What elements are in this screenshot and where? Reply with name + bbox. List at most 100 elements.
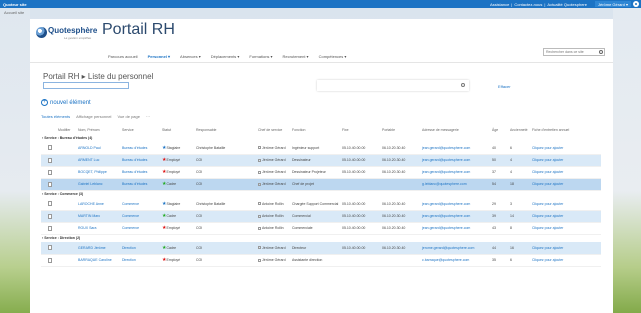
- email-cell[interactable]: jean.gerard@quotesphere.com: [421, 198, 491, 211]
- service-cell[interactable]: Commerce: [121, 222, 161, 235]
- email-cell[interactable]: jerome.gerard@quotesphere.com: [421, 242, 491, 255]
- edit-cell[interactable]: [57, 178, 77, 191]
- email-cell[interactable]: jean.gerard@quotesphere.com: [421, 142, 491, 155]
- service-cell[interactable]: Commerce: [121, 198, 161, 211]
- column-header[interactable]: Chef de service: [257, 125, 291, 134]
- review-cell[interactable]: Cliquez pour ajouter: [531, 242, 601, 255]
- review-cell[interactable]: Cliquez pour ajouter: [531, 154, 601, 167]
- group-label[interactable]: ▪ Service : Commerce (3): [41, 190, 601, 198]
- column-header[interactable]: Service: [121, 125, 161, 134]
- name-cell[interactable]: LAROCHE Anne: [77, 198, 121, 211]
- group-header-row[interactable]: ▪ Service : Direction (2): [41, 234, 601, 242]
- review-cell[interactable]: Cliquez pour ajouter: [531, 210, 601, 223]
- edit-cell[interactable]: [57, 154, 77, 167]
- table-row[interactable]: ARMENT Luc Bureau d'études ★Employé COI Jérô…: [41, 154, 601, 167]
- news-link[interactable]: Actualité Quotesphere: [547, 2, 587, 7]
- column-header[interactable]: Ancienneté: [509, 125, 531, 134]
- view-all-items[interactable]: Toutes éléments: [41, 114, 70, 119]
- clear-filter-link[interactable]: Effacer: [498, 84, 511, 89]
- service-cell[interactable]: Bureau d'études: [121, 178, 161, 191]
- user-menu[interactable]: Jérôme Gérard ▾: [594, 1, 631, 7]
- name-cell[interactable]: BARRAQUE Caroline: [77, 254, 121, 267]
- group-label[interactable]: ▪ Service : Bureau d'études (4): [41, 134, 601, 142]
- view-more[interactable]: ···: [146, 114, 150, 119]
- review-cell[interactable]: Cliquez pour ajouter: [531, 178, 601, 191]
- email-cell[interactable]: g.leblanc@quotesphere.com: [421, 178, 491, 191]
- edit-cell[interactable]: [57, 222, 77, 235]
- table-row[interactable]: BOCQET, Philippe Bureau d'études ★Employé C…: [41, 166, 601, 179]
- name-cell[interactable]: ARNOLD Paul: [77, 142, 121, 155]
- review-cell[interactable]: Cliquez pour ajouter: [531, 166, 601, 179]
- name-cell[interactable]: GERARD Jérôme: [77, 242, 121, 255]
- column-header[interactable]: Adresse de messagerie: [421, 125, 491, 134]
- top-breadcrumb[interactable]: Accueil site: [4, 10, 24, 15]
- group-label[interactable]: ▪ Service : Direction (2): [41, 234, 601, 242]
- nav-formations[interactable]: Formations ▾: [244, 54, 277, 59]
- email-cell[interactable]: jean.gerard@quotesphere.com: [421, 154, 491, 167]
- column-header[interactable]: Nom, Prénom: [77, 125, 121, 134]
- contact-link[interactable]: Contactez-nous: [514, 2, 542, 7]
- column-header[interactable]: Modifier: [57, 125, 77, 134]
- name-cell[interactable]: BOCQET, Philippe: [77, 166, 121, 179]
- column-header[interactable]: Fixe: [341, 125, 381, 134]
- service-cell[interactable]: Bureau d'études: [121, 142, 161, 155]
- column-header[interactable]: Responsable: [195, 125, 257, 134]
- column-header[interactable]: Fiche d'entretien annuel: [531, 125, 601, 134]
- edit-cell[interactable]: [57, 142, 77, 155]
- chef-label: Jérôme Gérard: [262, 258, 286, 262]
- assistance-link[interactable]: Assistance: [490, 2, 509, 7]
- gear-icon[interactable]: [633, 1, 639, 7]
- search-icon[interactable]: [599, 50, 603, 54]
- table-row[interactable]: ARNOLD Paul Bureau d'études ★Stagiaire Chri…: [41, 142, 601, 155]
- nav-personnel[interactable]: Personnel ▾: [143, 54, 175, 59]
- email-cell[interactable]: jean.gerard@quotesphere.com: [421, 222, 491, 235]
- review-cell[interactable]: Cliquez pour ajouter: [531, 254, 601, 267]
- site-name-link[interactable]: Quoteur site: [0, 2, 27, 7]
- table-row[interactable]: MARTIN Marc Commerce ★Cadre COI Antoine Roll…: [41, 210, 601, 223]
- edit-cell[interactable]: [57, 242, 77, 255]
- edit-cell[interactable]: [57, 166, 77, 179]
- name-cell[interactable]: ARMENT Luc: [77, 154, 121, 167]
- edit-cell[interactable]: [57, 210, 77, 223]
- table-row[interactable]: BARRAQUE Caroline Direction ★Employé COI Jér…: [41, 254, 601, 267]
- service-cell[interactable]: Direction: [121, 242, 161, 255]
- table-row[interactable]: Gabriel Leblanc Bureau d'études ★Cadre COI J…: [41, 178, 601, 191]
- name-cell[interactable]: Gabriel Leblanc: [77, 178, 121, 191]
- view-personnel[interactable]: Affichage personnel: [76, 114, 111, 119]
- table-row[interactable]: ROUX Sara Commerce ★Employé COI Antoine Roll…: [41, 222, 601, 235]
- service-cell[interactable]: Bureau d'études: [121, 154, 161, 167]
- review-cell[interactable]: Cliquez pour ajouter: [531, 198, 601, 211]
- nav-deplacements[interactable]: Déplacements ▾: [206, 54, 245, 59]
- new-item-button[interactable]: + nouvel élément: [41, 99, 91, 106]
- email-cell[interactable]: jean.gerard@quotesphere.com: [421, 166, 491, 179]
- edit-cell[interactable]: [57, 254, 77, 267]
- title-edit-field[interactable]: [43, 82, 129, 89]
- nav-competences[interactable]: Compétences ▾: [314, 54, 352, 59]
- search-icon[interactable]: [461, 83, 465, 87]
- list-search-input[interactable]: [317, 80, 469, 91]
- review-cell[interactable]: Cliquez pour ajouter: [531, 142, 601, 155]
- name-cell[interactable]: MARTIN Marc: [77, 210, 121, 223]
- group-header-row[interactable]: ▪ Service : Commerce (3): [41, 190, 601, 198]
- column-header[interactable]: Fonction: [291, 125, 341, 134]
- table-row[interactable]: GERARD Jérôme Direction ★Cadre COI Jérôme Gé…: [41, 242, 601, 255]
- email-cell[interactable]: c.barraque@quotesphere.com: [421, 254, 491, 267]
- group-header-row[interactable]: ▪ Service : Bureau d'études (4): [41, 134, 601, 142]
- column-header[interactable]: Statut: [161, 125, 195, 134]
- view-page[interactable]: Vue de page: [117, 114, 140, 119]
- service-cell[interactable]: Direction: [121, 254, 161, 267]
- nav-recrutement[interactable]: Recrutement ▾: [278, 54, 314, 59]
- email-cell[interactable]: jean.gerard@quotesphere.com: [421, 210, 491, 223]
- site-search-input[interactable]: Rechercher dans ce site: [543, 48, 605, 56]
- table-row[interactable]: LAROCHE Anne Commerce ★Stagiaire Christophe…: [41, 198, 601, 211]
- name-cell[interactable]: ROUX Sara: [77, 222, 121, 235]
- nav-absences[interactable]: Absences ▾: [175, 54, 206, 59]
- review-cell[interactable]: Cliquez pour ajouter: [531, 222, 601, 235]
- logo[interactable]: Quotesphère La gestion simplifiée: [36, 26, 97, 40]
- service-cell[interactable]: Commerce: [121, 210, 161, 223]
- service-cell[interactable]: Bureau d'études: [121, 166, 161, 179]
- edit-cell[interactable]: [57, 198, 77, 211]
- column-header[interactable]: Portable: [381, 125, 421, 134]
- column-header[interactable]: Âge: [491, 125, 509, 134]
- nav-parcours-accueil[interactable]: Parcours accueil: [103, 54, 143, 59]
